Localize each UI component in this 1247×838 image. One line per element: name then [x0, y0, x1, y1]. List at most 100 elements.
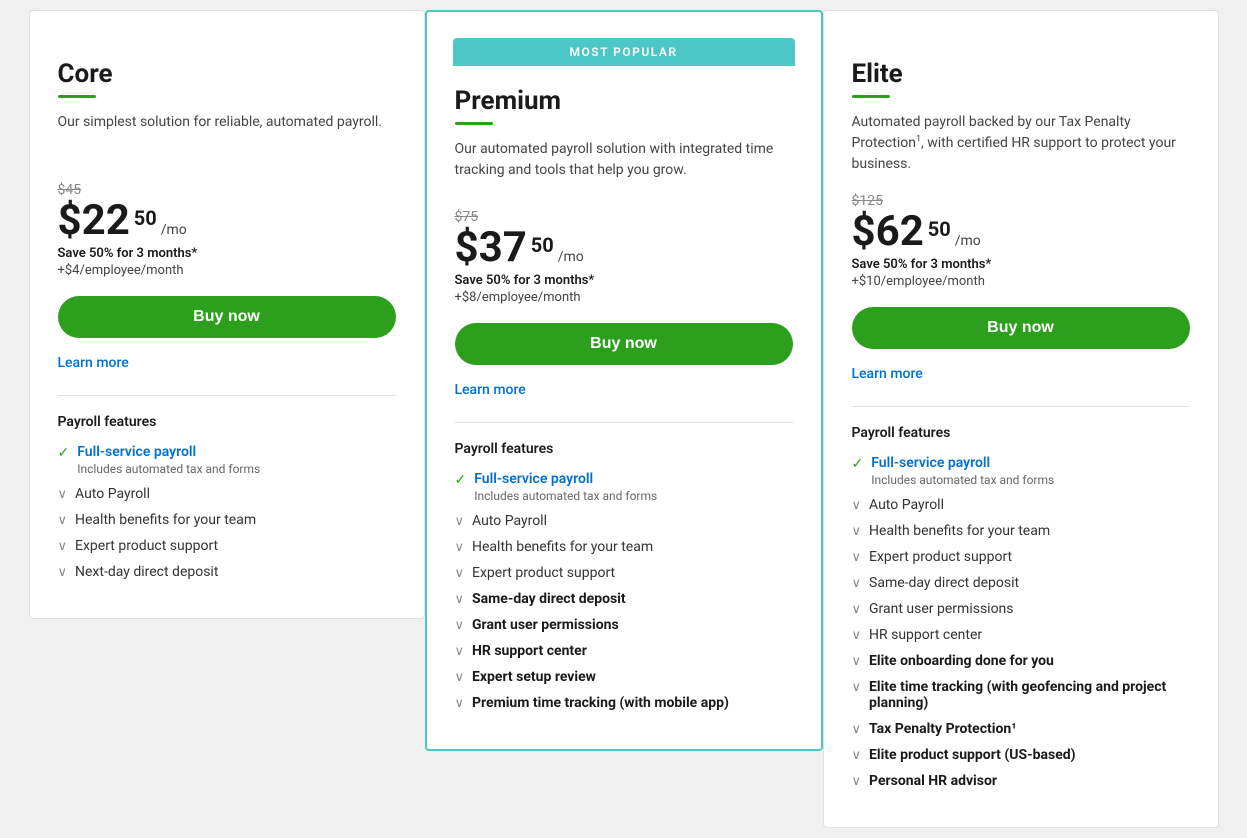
divider-elite: [852, 406, 1190, 407]
chevron-icon-elite-9: ∨: [852, 722, 862, 737]
buy-button-core[interactable]: Buy now: [58, 296, 396, 338]
divider-core: [58, 395, 396, 396]
feature-item-elite-1: ∨Auto Payroll: [852, 497, 1190, 513]
feature-item-elite-4: ∨Same-day direct deposit: [852, 575, 1190, 591]
save-text-premium: Save 50% for 3 months*: [455, 273, 793, 288]
plan-card-core: CoreOur simplest solution for reliable, …: [29, 10, 425, 619]
chevron-icon-premium-1: ∨: [455, 514, 465, 529]
chevron-icon-premium-2: ∨: [455, 540, 465, 555]
buy-button-elite[interactable]: Buy now: [852, 307, 1190, 349]
feature-label-premium-4: Same-day direct deposit: [472, 591, 626, 607]
feature-label-premium-1: Auto Payroll: [472, 513, 547, 529]
plan-description-elite: Automated payroll backed by our Tax Pena…: [852, 112, 1190, 175]
chevron-icon-premium-5: ∨: [455, 618, 465, 633]
feature-item-elite-6: ∨ HR support center: [852, 627, 1190, 643]
features-heading-core: Payroll features: [58, 414, 396, 430]
feature-label-elite-10: Elite product support (US-based): [869, 747, 1076, 763]
feature-item-elite-8: ∨ Elite time tracking (with geofencing an…: [852, 679, 1190, 711]
feature-label-premium-3: Expert product support: [472, 565, 615, 581]
learn-more-premium[interactable]: Learn more: [455, 382, 526, 398]
feature-label-premium-2: Health benefits for your team: [472, 539, 653, 555]
feature-label-elite-4: Same-day direct deposit: [869, 575, 1019, 591]
chevron-icon-premium-4: ∨: [455, 592, 465, 607]
plan-underline-premium: [455, 122, 493, 125]
popular-banner: MOST POPULAR: [453, 38, 795, 66]
divider-premium: [455, 422, 793, 423]
feature-label-core-1: Auto Payroll: [75, 486, 150, 502]
chevron-icon-elite-8: ∨: [852, 680, 862, 695]
feature-item-premium-4: ∨ Same-day direct deposit: [455, 591, 793, 607]
chevron-icon-premium-3: ∨: [455, 566, 465, 581]
feature-item-premium-5: ∨ Grant user permissions: [455, 617, 793, 633]
feature-item-core-3: ∨ Expert product support: [58, 538, 396, 554]
chevron-icon-elite-6: ∨: [852, 628, 862, 643]
feature-label-core-0: Full-service payroll: [77, 444, 260, 460]
feature-item-premium-1: ∨ Auto Payroll: [455, 513, 793, 529]
features-heading-premium: Payroll features: [455, 441, 793, 457]
chevron-icon-core-2: ∨: [58, 513, 68, 528]
feature-label-core-4: Next-day direct deposit: [75, 564, 218, 580]
learn-more-core[interactable]: Learn more: [58, 355, 129, 371]
feature-label-elite-3: Expert product support: [869, 549, 1012, 565]
plan-card-elite: EliteAutomated payroll backed by our Tax…: [823, 10, 1219, 828]
feature-label-premium-0: Full-service payroll: [474, 471, 657, 487]
feature-item-elite-7: ∨ Elite onboarding done for you: [852, 653, 1190, 669]
chevron-icon-core-1: ∨: [58, 487, 68, 502]
feature-item-premium-3: ∨ Expert product support: [455, 565, 793, 581]
chevron-icon-elite-1: ∨: [852, 498, 862, 513]
plan-underline-elite: [852, 95, 890, 98]
buy-button-premium[interactable]: Buy now: [455, 323, 793, 365]
save-text-elite: Save 50% for 3 months*: [852, 257, 1190, 272]
chevron-icon-elite-7: ∨: [852, 654, 862, 669]
plan-underline-core: [58, 95, 96, 98]
feature-item-elite-0: ✓ Full-service payroll Includes automate…: [852, 455, 1190, 487]
price-cents-core: 50: [134, 206, 157, 230]
plans-container: CoreOur simplest solution for reliable, …: [29, 10, 1219, 828]
per-employee-core: +$4/employee/month: [58, 263, 396, 278]
feature-item-premium-8: ∨Premium time tracking (with mobile app): [455, 695, 793, 711]
save-text-core: Save 50% for 3 months*: [58, 246, 396, 261]
chevron-icon-premium-7: ∨: [455, 670, 465, 685]
feature-item-elite-2: ∨Health benefits for your team: [852, 523, 1190, 539]
price-row-premium: $37 50 /mo: [455, 227, 793, 269]
check-icon-core-0: ✓: [58, 445, 70, 461]
plan-name-core: Core: [58, 59, 396, 89]
feature-sub-premium-0: Includes automated tax and forms: [474, 489, 657, 503]
check-icon-premium-0: ✓: [455, 472, 467, 488]
feature-item-premium-7: ∨Expert setup review: [455, 669, 793, 685]
feature-label-core-3: Expert product support: [75, 538, 218, 554]
feature-item-core-4: ∨Next-day direct deposit: [58, 564, 396, 580]
feature-label-elite-11: Personal HR advisor: [869, 773, 997, 789]
feature-label-premium-5: Grant user permissions: [472, 617, 619, 633]
chevron-icon-core-3: ∨: [58, 539, 68, 554]
feature-label-core-2: Health benefits for your team: [75, 512, 256, 528]
chevron-icon-elite-10: ∨: [852, 748, 862, 763]
learn-more-elite[interactable]: Learn more: [852, 366, 923, 382]
feature-item-elite-3: ∨ Expert product support: [852, 549, 1190, 565]
feature-sub-elite-0: Includes automated tax and forms: [871, 473, 1054, 487]
feature-label-premium-6: HR support center: [472, 643, 587, 659]
check-icon-elite-0: ✓: [852, 456, 864, 472]
price-period-elite: /mo: [955, 233, 981, 249]
feature-item-elite-9: ∨Tax Penalty Protection¹: [852, 721, 1190, 737]
chevron-icon-elite-3: ∨: [852, 550, 862, 565]
feature-label-elite-5: Grant user permissions: [869, 601, 1014, 617]
price-dollar-elite: $62: [852, 211, 924, 253]
feature-item-elite-10: ∨ Elite product support (US-based): [852, 747, 1190, 763]
feature-sub-core-0: Includes automated tax and forms: [77, 462, 260, 476]
chevron-icon-premium-8: ∨: [455, 696, 465, 711]
feature-item-core-2: ∨ Health benefits for your team: [58, 512, 396, 528]
feature-item-premium-6: ∨HR support center: [455, 643, 793, 659]
plan-name-premium: Premium: [455, 86, 793, 116]
price-period-premium: /mo: [558, 249, 584, 265]
price-row-elite: $62 50 /mo: [852, 211, 1190, 253]
feature-label-elite-8: Elite time tracking (with geofencing and…: [869, 679, 1189, 711]
feature-item-elite-5: ∨ Grant user permissions: [852, 601, 1190, 617]
price-dollar-premium: $37: [455, 227, 527, 269]
price-cents-premium: 50: [531, 233, 554, 257]
feature-label-elite-6: HR support center: [869, 627, 982, 643]
chevron-icon-elite-5: ∨: [852, 602, 862, 617]
feature-item-core-0: ✓ Full-service payroll Includes automate…: [58, 444, 396, 476]
feature-label-elite-7: Elite onboarding done for you: [869, 653, 1054, 669]
per-employee-elite: +$10/employee/month: [852, 274, 1190, 289]
